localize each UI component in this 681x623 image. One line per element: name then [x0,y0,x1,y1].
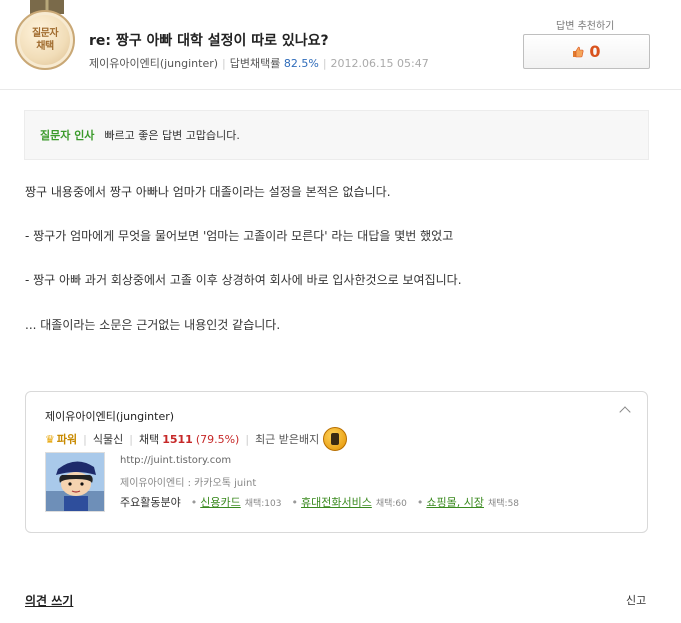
profile-stats: ♛ 파워 | 식물신 | 채택 1511 (79.5%) | 최근 받은배지 [45,427,348,451]
divider [0,89,681,90]
answer-date: 2012.06.15 05:47 [330,57,429,70]
recent-badge-label: 최근 받은배지 [255,433,320,446]
recommend-label: 답변 추천하기 [556,21,615,32]
write-opinion-link[interactable]: 의견 쓰기 [25,592,73,609]
report-link[interactable]: 신고 [626,592,646,608]
profile-adopt-count: 1511 [162,432,193,446]
collapse-chevron-icon[interactable] [619,406,631,418]
medal-line2: 채택 [36,41,54,52]
adopt-rate-value: 82.5% [283,57,319,70]
greeting-text: 빠르고 좋은 답변 고맙습니다. [104,129,240,142]
activity-field-count: 채택:60 [375,499,407,509]
profile-adopt-pct: (79.5%) [195,432,240,446]
questioner-greeting: 질문자 인사 빠르고 좋은 답변 고맙습니다. [24,110,649,160]
activity-field-count: 채택:103 [244,499,282,509]
questioner-choice-medal: 질문자 채택 [15,10,75,70]
profile-level: 파워 [56,433,78,446]
avatar[interactable] [45,452,105,512]
activity-field-link[interactable]: 신용카드 [200,496,240,509]
answer-meta: 제이유아이엔티(junginter) | 답변채택률 82.5% | 2012.06.1… [89,57,429,70]
recommend-button[interactable]: 0 [523,34,650,69]
greeting-label: 질문자 인사 [40,129,95,142]
profile-adopt-label: 채택 [138,433,160,446]
answer-paragraph: 짱구 내용중에서 짱구 아빠나 엄마가 대졸이라는 설정을 본적은 없습니다. [25,185,391,199]
thumbs-up-icon [573,46,584,57]
activity-field-link[interactable]: 휴대전화서비스 [301,496,372,509]
profile-grade: 식물신 [92,433,124,446]
answer-author[interactable]: 제이유아이엔티(junginter) [89,57,218,70]
adopt-rate-label: 답변채택률 [229,57,281,70]
phone-badge-icon[interactable] [323,427,348,451]
crown-icon: ♛ [45,432,55,446]
answer-title: re: 짱구 아빠 대학 설정이 따로 있나요? [89,33,329,49]
answer-paragraph: - 짱구가 엄마에게 무엇을 물어보면 '엄마는 고졸이라 모른다' 라는 대답… [25,229,454,243]
kakao-id: 제이유아이엔티 : 카카오톡 juint [120,478,257,489]
activity-fields: 주요활동분야 • 신용카드 채택:103 • 휴대전화서비스 채택:60 • 쇼핑몰, 시… [120,496,520,509]
activity-fields-label: 주요활동분야 [120,496,181,509]
activity-field-count: 채택:58 [487,499,520,509]
answer-paragraph: - 짱구 아빠 과거 회상중에서 고졸 이후 상경하여 회사에 바로 입사한것으… [25,273,462,287]
medal-line1: 질문자 [31,28,59,39]
blog-link[interactable]: http://juint.tistory.com [120,455,231,466]
answerer-profile-card: 제이유아이엔티(junginter) ♛ 파워 | 식물신 | 채택 1511 … [25,391,648,533]
profile-name[interactable]: 제이유아이엔티(junginter) [45,408,174,424]
activity-field-link[interactable]: 쇼핑몰, 시장 [426,496,484,509]
answer-paragraph: ... 대졸이라는 소문은 근거없는 내용인것 같습니다. [25,318,281,332]
recommend-count: 0 [589,42,601,61]
